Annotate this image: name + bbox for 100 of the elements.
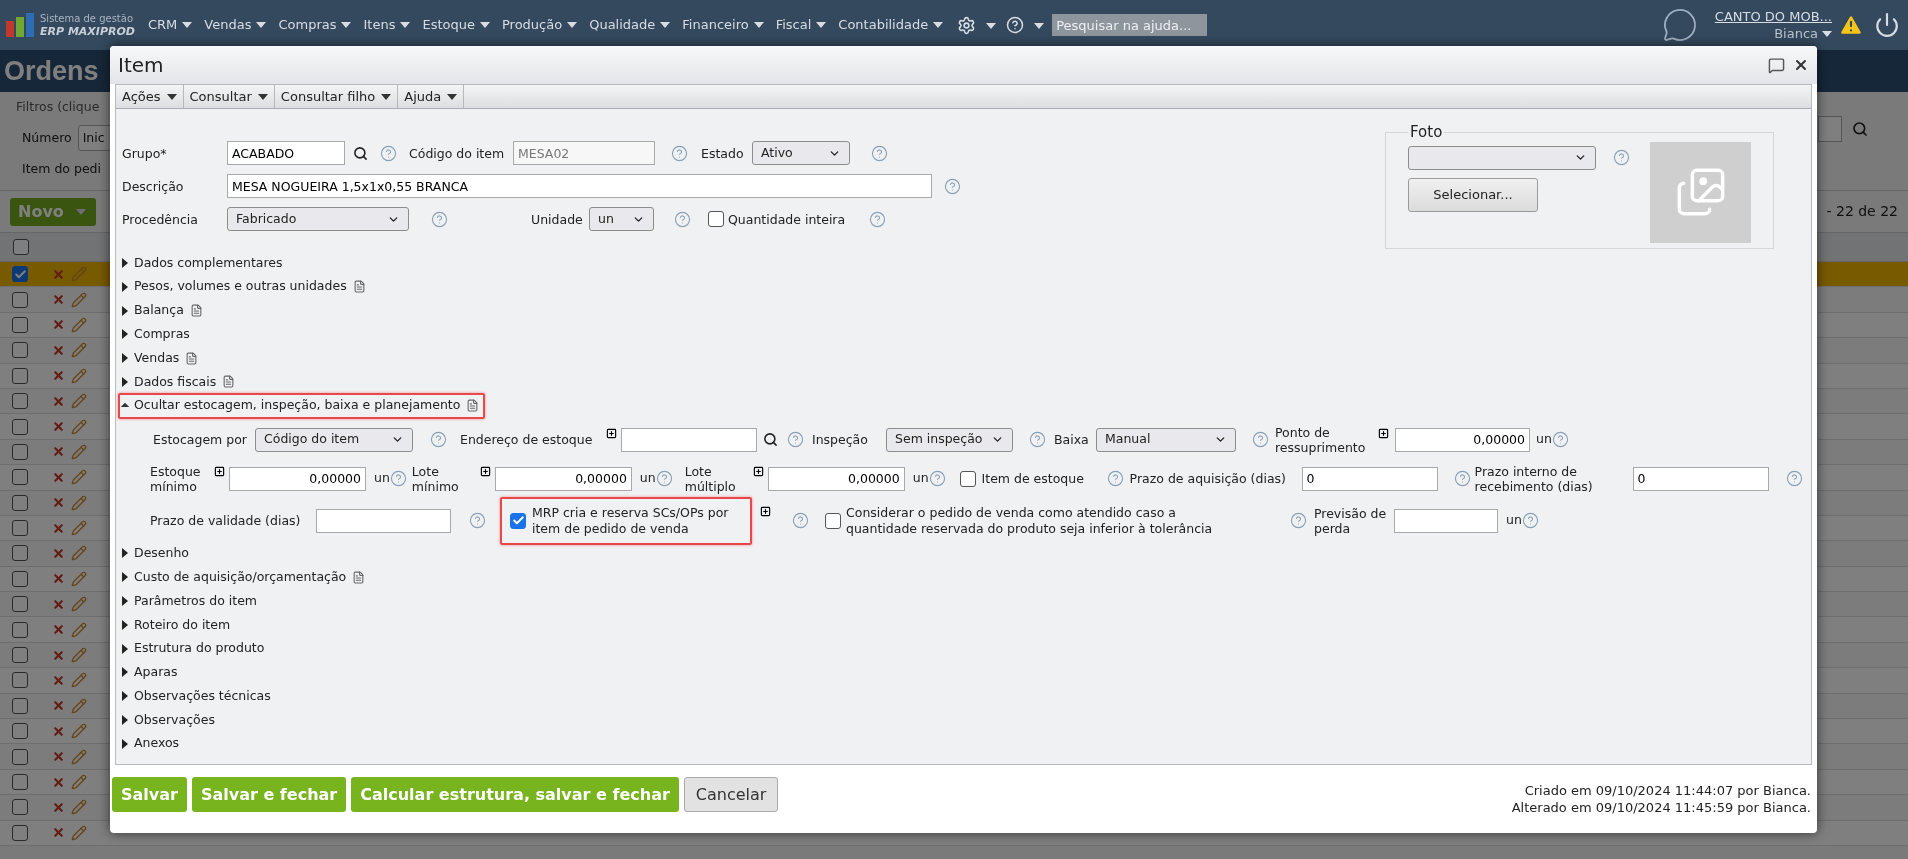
edit-icon[interactable] [71, 316, 87, 333]
expand-caret-icon[interactable] [122, 329, 128, 340]
delete-icon[interactable] [52, 597, 65, 611]
text-field[interactable]: 0,00000 [1395, 427, 1530, 452]
edit-icon[interactable] [71, 342, 87, 359]
company-link[interactable]: CANTO DO MOB... [1714, 8, 1832, 25]
checkbox[interactable] [12, 469, 28, 486]
toolbar-menu[interactable]: Ajuda [398, 85, 465, 108]
note-icon[interactable] [352, 280, 366, 294]
checkbox[interactable] [825, 512, 841, 529]
expand-caret-icon[interactable] [122, 667, 128, 678]
checkbox[interactable] [12, 443, 28, 460]
user-menu[interactable]: Bianca [1774, 25, 1832, 42]
delete-icon[interactable] [52, 724, 65, 738]
delete-icon[interactable] [52, 673, 65, 687]
checkbox[interactable] [12, 494, 28, 511]
edit-icon[interactable] [71, 469, 87, 486]
section-link[interactable]: Balança [134, 301, 184, 320]
dropdown[interactable]: Sem inspeção [886, 427, 1013, 452]
expand-caret-icon[interactable] [122, 353, 128, 364]
section-link[interactable]: Aparas [134, 663, 178, 682]
section-link[interactable]: Compras [134, 324, 190, 344]
text-field[interactable]: 0,00000 [767, 466, 905, 491]
nav-menu[interactable]: Estoque [422, 15, 490, 35]
section-link[interactable]: Pesos, volumes e outras unidades [134, 277, 347, 297]
expand-field-icon[interactable] [760, 505, 771, 517]
edit-icon[interactable] [71, 596, 87, 613]
checkbox[interactable] [510, 512, 526, 529]
checkbox[interactable] [12, 799, 28, 816]
section-link[interactable]: Anexos [134, 734, 180, 754]
edit-icon[interactable] [71, 494, 87, 511]
note-icon[interactable] [466, 399, 480, 413]
checkbox[interactable] [12, 774, 28, 790]
checkbox[interactable] [13, 239, 29, 255]
edit-icon[interactable] [71, 723, 87, 740]
text-field[interactable] [1818, 116, 1842, 142]
nav-menu[interactable]: Qualidade [589, 15, 671, 35]
nav-menu[interactable]: Itens [363, 15, 411, 35]
toolbar-menu[interactable]: Consultar filho [274, 85, 399, 108]
checkbox[interactable] [12, 596, 28, 613]
checkbox[interactable] [12, 342, 28, 359]
edit-icon[interactable] [71, 672, 87, 689]
delete-icon[interactable] [52, 470, 65, 484]
edit-icon[interactable] [71, 748, 87, 765]
delete-icon[interactable] [52, 800, 65, 814]
checkbox[interactable] [12, 748, 28, 765]
expand-caret-icon[interactable] [122, 548, 128, 559]
edit-icon[interactable] [71, 697, 87, 714]
delete-icon[interactable] [52, 699, 65, 713]
delete-icon[interactable] [52, 521, 65, 535]
checkbox[interactable] [12, 291, 28, 308]
checkbox[interactable] [959, 470, 976, 487]
checkbox[interactable] [12, 418, 28, 435]
text-field[interactable]: 0 [1301, 466, 1438, 491]
select-photo-button[interactable]: Selecionar... [1408, 177, 1538, 212]
edit-icon[interactable] [71, 799, 87, 816]
text-field[interactable] [316, 508, 451, 533]
expand-field-icon[interactable] [1378, 427, 1389, 439]
checkbox[interactable] [12, 570, 28, 587]
dropdown[interactable] [1408, 145, 1596, 170]
edit-icon[interactable] [71, 443, 87, 460]
checkbox[interactable] [12, 723, 28, 740]
expand-field-icon[interactable] [606, 427, 617, 439]
search-icon[interactable] [353, 145, 368, 161]
dropdown[interactable]: Ativo [752, 141, 850, 165]
settings-icon[interactable] [957, 15, 977, 35]
nav-menu[interactable]: Fiscal [775, 15, 827, 35]
section-link[interactable]: Roteiro do item [134, 615, 231, 635]
text-field[interactable]: ACABADO [227, 141, 345, 165]
edit-icon[interactable] [71, 291, 87, 308]
nav-menu[interactable]: CRM [148, 15, 193, 35]
expand-caret-icon[interactable] [122, 305, 128, 316]
delete-icon[interactable] [52, 826, 65, 840]
delete-icon[interactable] [52, 572, 65, 586]
note-icon[interactable] [222, 375, 236, 389]
text-field[interactable] [1394, 508, 1498, 533]
edit-icon[interactable] [71, 824, 87, 841]
checkbox[interactable] [12, 316, 28, 333]
delete-icon[interactable] [52, 775, 65, 789]
help-search-field[interactable]: Pesquisar na ajuda... [1052, 14, 1208, 36]
section-link[interactable]: Dados complementares [134, 253, 283, 273]
checkbox[interactable] [12, 393, 28, 410]
power-icon[interactable] [1874, 12, 1900, 38]
dropdown[interactable]: un [589, 207, 654, 231]
edit-icon[interactable] [71, 393, 87, 410]
checkbox[interactable] [708, 211, 724, 227]
text-field[interactable]: MESA NOGUEIRA 1,5x1x0,55 BRANCA [227, 174, 932, 198]
delete-icon[interactable] [52, 623, 65, 637]
expand-field-icon[interactable] [214, 465, 225, 477]
edit-icon[interactable] [71, 647, 87, 664]
delete-icon[interactable] [52, 648, 65, 662]
delete-icon[interactable] [52, 318, 65, 332]
delete-icon[interactable] [52, 445, 65, 459]
delete-icon[interactable] [52, 420, 65, 434]
nav-menu[interactable]: Financeiro [682, 15, 764, 35]
checkbox[interactable] [12, 697, 28, 714]
dropdown[interactable]: Manual [1096, 427, 1236, 452]
expand-caret-icon[interactable] [122, 596, 128, 607]
edit-icon[interactable] [71, 621, 87, 638]
nav-menu[interactable]: Vendas [204, 15, 267, 35]
